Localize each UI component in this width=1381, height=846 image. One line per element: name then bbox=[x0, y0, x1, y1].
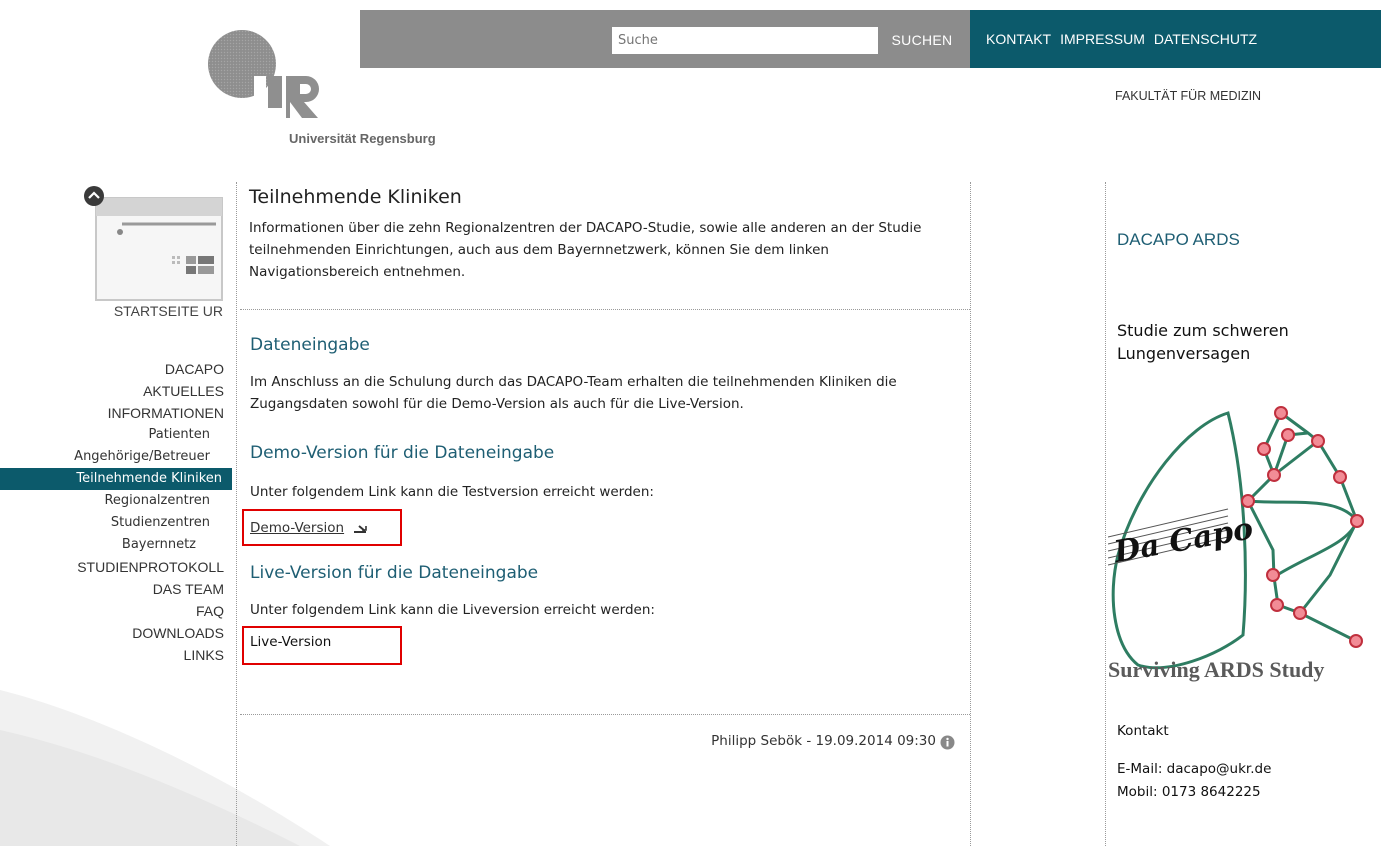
search-input[interactable] bbox=[612, 27, 878, 54]
section-text-demo: Unter folgendem Link kann die Testversio… bbox=[250, 484, 654, 500]
sidebar-item-downloads[interactable]: DOWNLOADS bbox=[0, 622, 232, 644]
search-button[interactable]: SUCHEN bbox=[882, 27, 962, 54]
section-divider bbox=[240, 309, 970, 310]
contact-email: E-Mail: dacapo@ukr.de bbox=[1117, 761, 1272, 777]
ur-logo[interactable] bbox=[208, 24, 348, 124]
kontakt-link[interactable]: KONTAKT bbox=[986, 31, 1051, 47]
sidebar-item-regionalzentren[interactable]: Regionalzentren bbox=[0, 490, 232, 512]
footer-divider bbox=[240, 714, 970, 715]
service-links: KONTAKT IMPRESSUM DATENSCHUTZ bbox=[986, 10, 1257, 68]
author-date: Philipp Sebök - 19.09.2014 09:30 bbox=[711, 733, 936, 749]
impressum-link[interactable]: IMPRESSUM bbox=[1060, 31, 1145, 47]
faculty-link[interactable]: FAKULTÄT FÜR MEDIZIN bbox=[1115, 89, 1261, 103]
column-divider-right bbox=[1105, 182, 1106, 846]
sidebar-item-angehoerige[interactable]: Angehörige/Betreuer bbox=[0, 446, 232, 468]
sidebar-item-aktuelles[interactable]: AKTUELLES bbox=[0, 380, 232, 402]
sidebar-item-patienten[interactable]: Patienten bbox=[0, 424, 232, 446]
contact-phone: Mobil: 0173 8642225 bbox=[1117, 784, 1261, 800]
section-title-demo: Demo-Version für die Dateneingabe bbox=[250, 443, 555, 463]
sidebar-item-faq[interactable]: FAQ bbox=[0, 600, 232, 622]
startseite-ur-link[interactable]: STARTSEITE UR bbox=[114, 303, 223, 319]
external-link-icon bbox=[353, 522, 367, 536]
sidebar-item-studienzentren[interactable]: Studienzentren bbox=[0, 512, 232, 534]
main-content: Teilnehmende Kliniken Informationen über… bbox=[249, 186, 969, 283]
contact-title: Kontakt bbox=[1117, 723, 1169, 739]
page-title: Teilnehmende Kliniken bbox=[249, 186, 462, 208]
column-divider-middle bbox=[970, 182, 971, 846]
info-icon[interactable] bbox=[940, 735, 955, 750]
column-divider-left bbox=[236, 182, 237, 846]
intro-text: Informationen über die zehn Regionalzent… bbox=[249, 220, 922, 280]
sidebar-item-links[interactable]: LINKS bbox=[0, 644, 232, 666]
start-page-widget[interactable] bbox=[84, 186, 226, 306]
dacapo-logo: Da Capo Surviving ARDS Study bbox=[1108, 406, 1364, 682]
dacapo-logo-caption: Surviving ARDS Study bbox=[1108, 657, 1324, 682]
datenschutz-link[interactable]: DATENSCHUTZ bbox=[1154, 31, 1257, 47]
sidebar-item-studienprotokoll[interactable]: STUDIENPROTOKOLL bbox=[0, 556, 232, 578]
section-text-dateneingabe: Im Anschluss an die Schulung durch das D… bbox=[250, 374, 897, 412]
logo-caption: Universität Regensburg bbox=[289, 131, 436, 146]
sidebar-item-teilnehmende-kliniken[interactable]: Teilnehmende Kliniken bbox=[0, 468, 232, 490]
sidebar-right-title: DACAPO ARDS bbox=[1117, 230, 1240, 249]
background-swoosh bbox=[0, 690, 330, 846]
demo-version-link[interactable]: Demo-Version bbox=[250, 520, 344, 536]
sidebar-item-informationen[interactable]: INFORMATIONEN bbox=[0, 402, 232, 424]
section-title-live: Live-Version für die Dateneingabe bbox=[250, 563, 539, 583]
sidebar-right-subtitle: Studie zum schweren Lungenversagen bbox=[1117, 321, 1289, 363]
sidebar-item-dacapo[interactable]: DACAPO bbox=[0, 358, 232, 380]
section-title-dateneingabe: Dateneingabe bbox=[250, 335, 370, 355]
sidebar-item-das-team[interactable]: DAS TEAM bbox=[0, 578, 232, 600]
sidebar-nav: DACAPO AKTUELLES INFORMATIONEN Patienten… bbox=[0, 358, 232, 666]
dacapo-logo-text: Da Capo bbox=[1111, 511, 1256, 570]
live-version-link[interactable]: Live-Version bbox=[250, 634, 331, 650]
sidebar-item-bayernnetz[interactable]: Bayernnetz bbox=[0, 534, 232, 556]
section-text-live: Unter folgendem Link kann die Liveversio… bbox=[250, 602, 655, 618]
